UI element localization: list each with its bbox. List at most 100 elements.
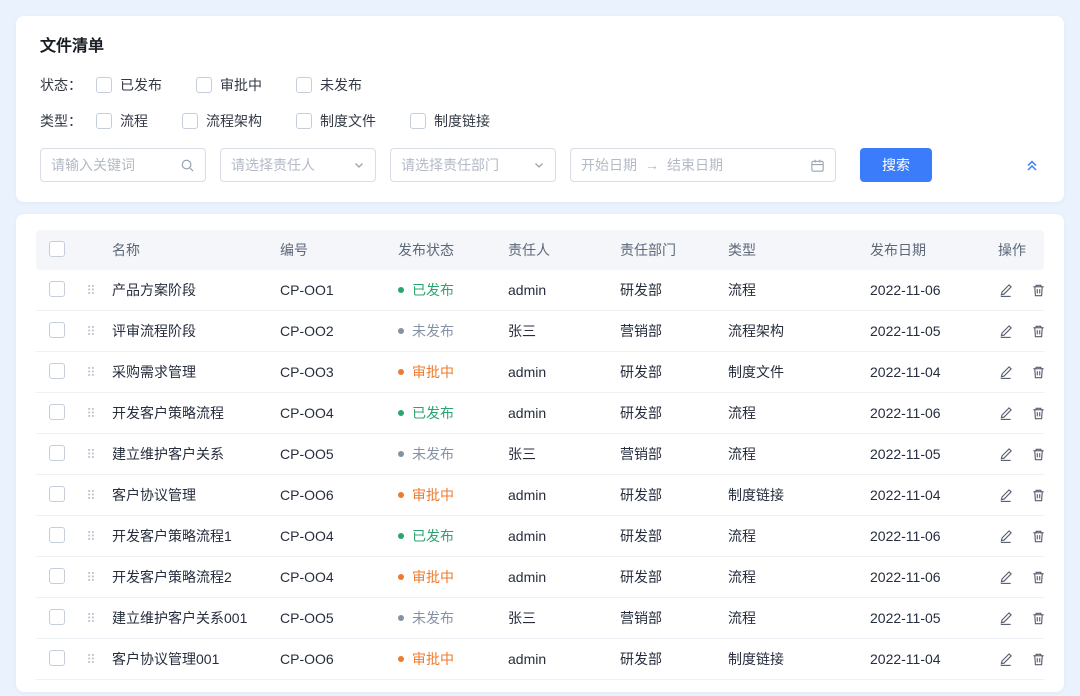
edit-button[interactable]: [998, 652, 1013, 667]
row-checkbox[interactable]: [49, 445, 65, 461]
cell-actions: [990, 352, 1044, 393]
cell-actions: [990, 270, 1044, 311]
checkbox-icon[interactable]: [96, 113, 112, 129]
delete-button[interactable]: [1031, 447, 1046, 462]
drag-handle-icon[interactable]: ⠿: [86, 611, 96, 626]
department-select-value: 请选择责任部门: [401, 155, 499, 175]
drag-handle-icon[interactable]: ⠿: [86, 447, 96, 462]
cell-name: 采购需求管理: [104, 352, 272, 393]
type-option-architecture[interactable]: 流程架构: [182, 111, 262, 131]
delete-button[interactable]: [1031, 652, 1046, 667]
owner-select[interactable]: 请选择责任人: [220, 148, 376, 182]
row-checkbox[interactable]: [49, 650, 65, 666]
drag-handle-icon[interactable]: ⠿: [86, 488, 96, 503]
checkbox-icon[interactable]: [296, 113, 312, 129]
row-checkbox[interactable]: [49, 609, 65, 625]
status-dot-icon: [398, 410, 404, 416]
department-select[interactable]: 请选择责任部门: [390, 148, 556, 182]
search-icon: [180, 158, 195, 173]
cell-status: 已发布: [390, 270, 500, 311]
delete-button[interactable]: [1031, 283, 1046, 298]
drag-handle-icon[interactable]: ⠿: [86, 365, 96, 380]
row-checkbox[interactable]: [49, 568, 65, 584]
cell-actions: [990, 598, 1044, 639]
delete-button[interactable]: [1031, 488, 1046, 503]
page-title: 文件清单: [40, 36, 1040, 58]
checkbox-icon[interactable]: [196, 77, 212, 93]
drag-handle-icon[interactable]: ⠿: [86, 529, 96, 544]
cell-date: 2022-11-06: [862, 270, 990, 311]
delete-button[interactable]: [1031, 406, 1046, 421]
collapse-icon[interactable]: [1024, 157, 1040, 173]
column-header-code: 编号: [272, 230, 390, 270]
status-option-published[interactable]: 已发布: [96, 75, 162, 95]
type-option-regulation-file[interactable]: 制度文件: [296, 111, 376, 131]
edit-button[interactable]: [998, 365, 1013, 380]
edit-button[interactable]: [998, 570, 1013, 585]
cell-type: 流程: [720, 393, 862, 434]
chevron-down-icon: [353, 159, 365, 171]
cell-code: CP-OO5: [272, 434, 390, 475]
cell-date: 2022-11-05: [862, 598, 990, 639]
drag-handle-icon[interactable]: ⠿: [86, 652, 96, 667]
keyword-input[interactable]: [40, 148, 206, 182]
cell-status: 审批中: [390, 639, 500, 680]
edit-button[interactable]: [998, 447, 1013, 462]
checkbox-icon[interactable]: [96, 77, 112, 93]
cell-status: 已发布: [390, 516, 500, 557]
edit-button[interactable]: [998, 406, 1013, 421]
delete-button[interactable]: [1031, 611, 1046, 626]
row-checkbox[interactable]: [49, 527, 65, 543]
drag-handle-icon[interactable]: ⠿: [86, 570, 96, 585]
checkbox-icon[interactable]: [410, 113, 426, 129]
checkbox-icon[interactable]: [182, 113, 198, 129]
file-table: 名称 编号 发布状态 责任人 责任部门 类型 发布日期 操作 ⠿ 产品方案阶段 …: [36, 230, 1044, 680]
cell-owner: admin: [500, 516, 612, 557]
row-checkbox[interactable]: [49, 486, 65, 502]
cell-name: 开发客户策略流程: [104, 393, 272, 434]
select-all-checkbox[interactable]: [49, 241, 65, 257]
drag-handle-icon[interactable]: ⠿: [86, 406, 96, 421]
cell-actions: [990, 393, 1044, 434]
checkbox-label: 流程: [120, 111, 148, 131]
delete-button[interactable]: [1031, 529, 1046, 544]
delete-button[interactable]: [1031, 324, 1046, 339]
cell-code: CP-OO6: [272, 475, 390, 516]
status-badge: 未发布: [398, 444, 454, 464]
status-text: 未发布: [412, 321, 454, 341]
checkbox-label: 已发布: [120, 75, 162, 95]
status-dot-icon: [398, 615, 404, 621]
cell-status: 未发布: [390, 598, 500, 639]
cell-status: 审批中: [390, 557, 500, 598]
edit-button[interactable]: [998, 488, 1013, 503]
status-option-pending[interactable]: 审批中: [196, 75, 262, 95]
cell-status: 未发布: [390, 311, 500, 352]
type-option-process[interactable]: 流程: [96, 111, 148, 131]
status-badge: 未发布: [398, 608, 454, 628]
cell-name: 客户协议管理: [104, 475, 272, 516]
status-dot-icon: [398, 574, 404, 580]
row-checkbox[interactable]: [49, 363, 65, 379]
row-checkbox[interactable]: [49, 404, 65, 420]
drag-handle-icon[interactable]: ⠿: [86, 283, 96, 298]
cell-code: CP-OO4: [272, 516, 390, 557]
date-range-picker[interactable]: 开始日期 → 结束日期: [570, 148, 836, 182]
search-button[interactable]: 搜索: [860, 148, 932, 182]
status-option-unpublished[interactable]: 未发布: [296, 75, 362, 95]
delete-button[interactable]: [1031, 570, 1046, 585]
cell-actions: [990, 557, 1044, 598]
keyword-field[interactable]: [51, 157, 172, 173]
checkbox-icon[interactable]: [296, 77, 312, 93]
type-option-regulation-link[interactable]: 制度链接: [410, 111, 490, 131]
drag-handle-icon[interactable]: ⠿: [86, 324, 96, 339]
cell-owner: 张三: [500, 311, 612, 352]
edit-button[interactable]: [998, 283, 1013, 298]
delete-button[interactable]: [1031, 365, 1046, 380]
edit-button[interactable]: [998, 529, 1013, 544]
cell-date: 2022-11-05: [862, 434, 990, 475]
row-checkbox[interactable]: [49, 322, 65, 338]
edit-button[interactable]: [998, 324, 1013, 339]
arrow-right-icon: →: [645, 157, 659, 173]
edit-button[interactable]: [998, 611, 1013, 626]
row-checkbox[interactable]: [49, 281, 65, 297]
